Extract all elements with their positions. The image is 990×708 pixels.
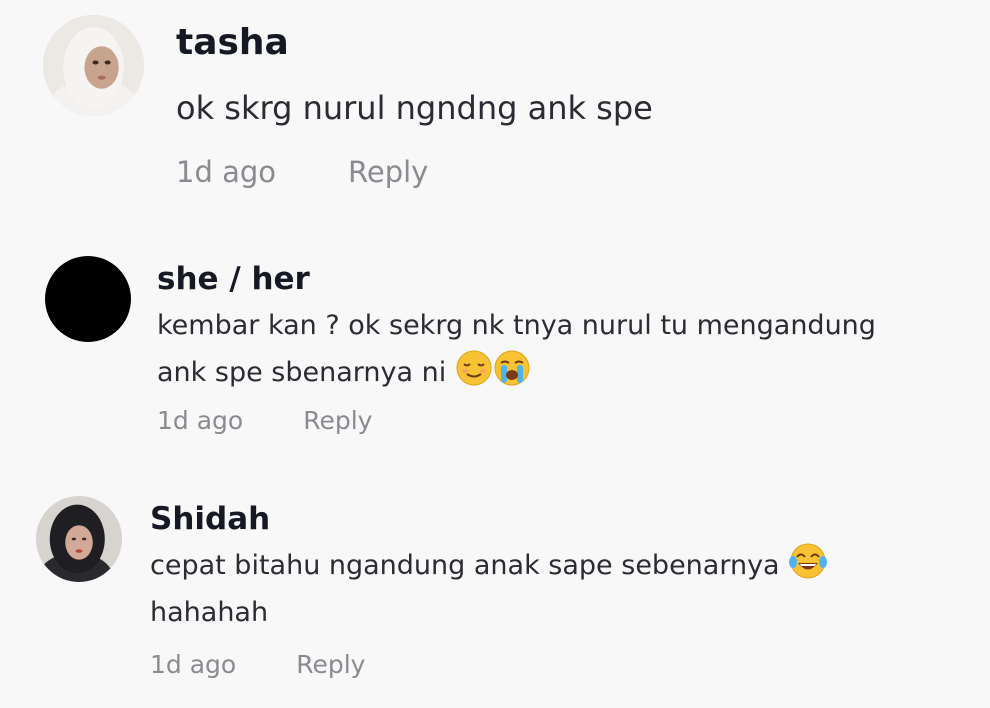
comment-item: tasha ok skrg nurul ngndng ank spe 1d ag… <box>0 0 990 220</box>
comment-text: cepat bitahu ngandung anak sape sebenarn… <box>150 542 960 636</box>
avatar[interactable] <box>43 15 144 116</box>
comment-timestamp: 1d ago <box>176 155 276 189</box>
comment-meta: 1d ago Reply <box>157 402 967 438</box>
comment-username[interactable]: Shidah <box>150 498 960 540</box>
comment-username[interactable]: she / her <box>157 258 967 300</box>
comment-text: ok skrg nurul ngndng ank spe <box>176 89 653 127</box>
comment-timestamp: 1d ago <box>157 405 244 435</box>
avatar[interactable] <box>45 256 131 342</box>
comment-text-line: ank spe sbenarnya ni <box>157 357 447 388</box>
comment-text-line-with-emoji: cepat bitahu ngandung anak sape sebenarn… <box>150 542 960 589</box>
comment-body: she / her kembar kan ? ok sekrg nk tnya … <box>157 258 967 438</box>
comment-timestamp: 1d ago <box>150 649 237 679</box>
comment-item: Shidah cepat bitahu ngandung anak sape s… <box>0 480 990 708</box>
reply-button[interactable]: Reply <box>348 155 428 189</box>
comments-list: tasha ok skrg nurul ngndng ank spe 1d ag… <box>0 0 990 708</box>
avatar[interactable] <box>36 496 122 582</box>
profile-photo-icon <box>36 496 122 582</box>
relieved-face-emoji-icon <box>455 349 493 387</box>
crying-face-emoji-icon <box>493 349 531 387</box>
tears-of-joy-emoji-icon <box>788 542 828 580</box>
profile-photo-icon <box>43 15 144 116</box>
comment-body: Shidah cepat bitahu ngandung anak sape s… <box>150 498 960 682</box>
comment-username[interactable]: tasha <box>176 18 956 68</box>
comment-body: tasha ok skrg nurul ngndng ank spe 1d ag… <box>176 18 956 192</box>
comment-text-line: kembar kan ? ok sekrg nk tnya nurul tu m… <box>157 310 876 341</box>
reply-button[interactable]: Reply <box>303 406 372 435</box>
comment-meta: 1d ago Reply <box>176 152 956 192</box>
comment-text-line-with-emoji: ank spe sbenarnya ni <box>157 349 967 396</box>
comment-meta: 1d ago Reply <box>150 646 960 682</box>
comment-text-line: hahahah <box>150 597 269 628</box>
comment-item: she / her kembar kan ? ok sekrg nk tnya … <box>0 240 990 470</box>
comment-text-line: cepat bitahu ngandung anak sape sebenarn… <box>150 550 780 581</box>
reply-button[interactable]: Reply <box>296 650 365 679</box>
comment-text: kembar kan ? ok sekrg nk tnya nurul tu m… <box>157 302 967 396</box>
